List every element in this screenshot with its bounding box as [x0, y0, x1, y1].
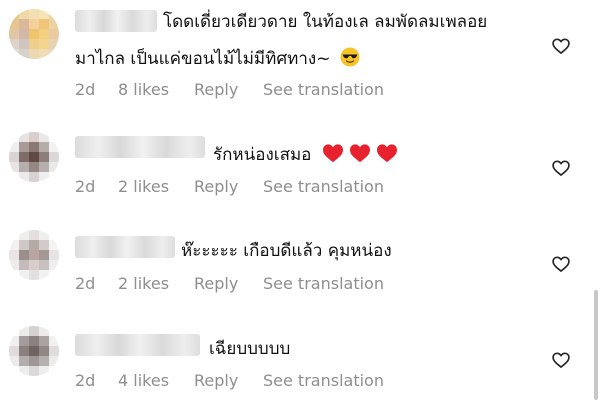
- username-blurred[interactable]: [75, 236, 175, 258]
- reply-button[interactable]: Reply: [194, 274, 263, 293]
- timestamp: 2d: [75, 274, 96, 293]
- comment-text-line: โดดเดี่ยวเดียวดาย ในท้องเล ลมพัดลมเพลอย: [163, 12, 488, 32]
- comment-meta: 2d 4 likes Reply See translation: [75, 371, 384, 390]
- likes-count[interactable]: 8 likes: [118, 80, 194, 99]
- comment-text-continued: มาไกล เป็นแค่ขอนไม้ไม่มีทิศทาง~: [75, 46, 360, 72]
- red-heart-emoji-icon: [349, 144, 370, 163]
- reply-button[interactable]: Reply: [194, 371, 263, 390]
- reply-button[interactable]: Reply: [194, 80, 263, 99]
- comment-text-line: รักหน่องเสมอ: [213, 145, 312, 165]
- username-blurred[interactable]: [75, 136, 205, 158]
- see-translation-link[interactable]: See translation: [263, 177, 384, 196]
- red-heart-emoji-icon: [322, 144, 343, 163]
- comment-item: รักหน่องเสมอ 2d 2 likes Reply See transl…: [0, 110, 600, 208]
- scrollbar[interactable]: [594, 290, 598, 400]
- comment-text-line: ห๊ะะะะะ เกือบดีแล้ว คุมหน่อง: [181, 241, 392, 261]
- see-translation-link[interactable]: See translation: [263, 371, 384, 390]
- timestamp: 2d: [75, 80, 96, 99]
- comment-meta: 2d 2 likes Reply See translation: [75, 177, 384, 196]
- likes-count[interactable]: 2 likes: [118, 177, 194, 196]
- comment-meta: 2d 2 likes Reply See translation: [75, 274, 384, 293]
- avatar[interactable]: [9, 326, 59, 376]
- avatar[interactable]: [9, 230, 59, 280]
- timestamp: 2d: [75, 371, 96, 390]
- comment-text: เฉียบบบบบ: [209, 336, 290, 362]
- like-heart-icon[interactable]: [551, 254, 571, 274]
- timestamp: 2d: [75, 177, 96, 196]
- comment-item: เฉียบบบบบ 2d 4 likes Reply See translati…: [0, 304, 600, 408]
- reply-button[interactable]: Reply: [194, 177, 263, 196]
- comment-item: ห๊ะะะะะ เกือบดีแล้ว คุมหน่อง 2d 2 likes …: [0, 208, 600, 304]
- comment-text: โดดเดี่ยวเดียวดาย ในท้องเล ลมพัดลมเพลอย: [163, 9, 487, 35]
- sunglasses-emoji-icon: [340, 47, 360, 67]
- see-translation-link[interactable]: See translation: [263, 274, 384, 293]
- comment-item: โดดเดี่ยวเดียวดาย ในท้องเล ลมพัดลมเพลอย …: [0, 0, 600, 110]
- username-blurred[interactable]: [75, 10, 157, 32]
- avatar[interactable]: [9, 132, 59, 182]
- see-translation-link[interactable]: See translation: [263, 80, 384, 99]
- comment-text: รักหน่องเสมอ: [213, 142, 398, 168]
- like-heart-icon[interactable]: [551, 350, 571, 370]
- likes-count[interactable]: 2 likes: [118, 274, 194, 293]
- like-heart-icon[interactable]: [551, 36, 571, 56]
- red-heart-emoji-icon: [376, 144, 397, 163]
- comment-text-line: มาไกล เป็นแค่ขอนไม้ไม่มีทิศทาง~: [75, 49, 331, 69]
- avatar[interactable]: [9, 9, 59, 59]
- like-heart-icon[interactable]: [551, 158, 571, 178]
- comment-meta: 2d 8 likes Reply See translation: [75, 80, 384, 99]
- username-blurred[interactable]: [75, 334, 200, 356]
- likes-count[interactable]: 4 likes: [118, 371, 194, 390]
- comment-text-line: เฉียบบบบบ: [209, 339, 291, 359]
- comment-text: ห๊ะะะะะ เกือบดีแล้ว คุมหน่อง: [181, 238, 392, 264]
